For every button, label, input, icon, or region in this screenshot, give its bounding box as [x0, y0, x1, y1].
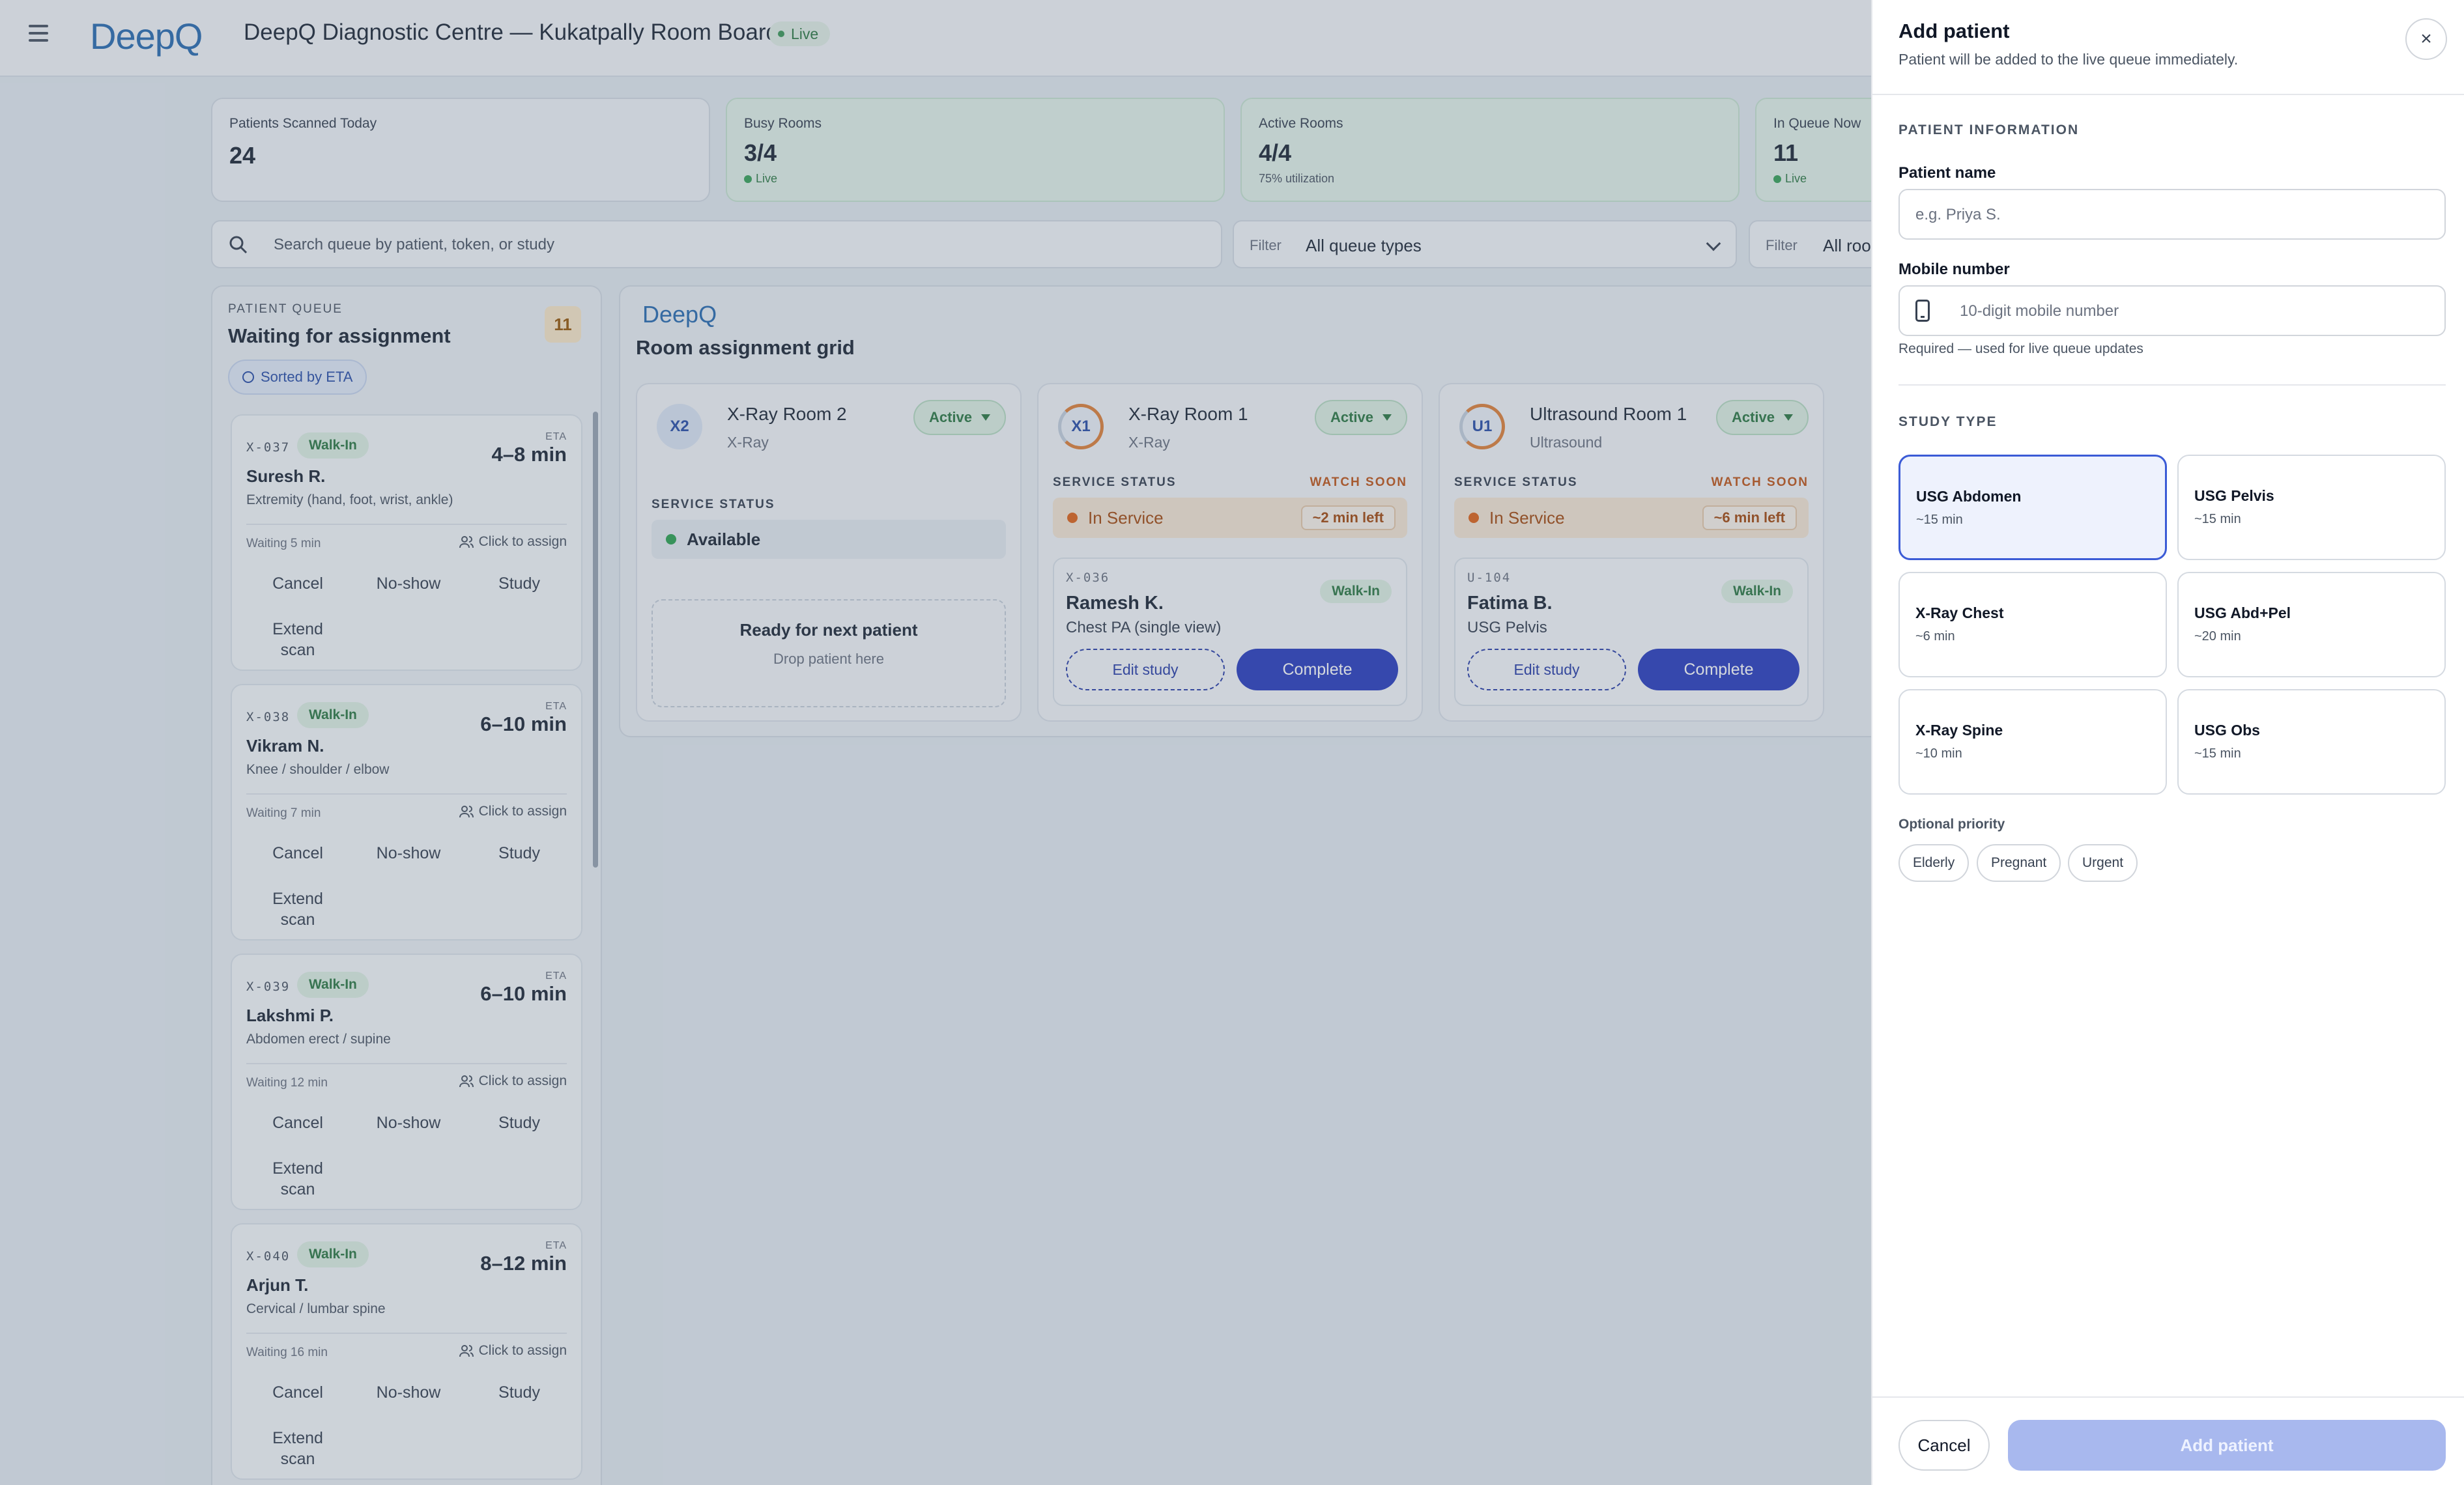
- priority-pregnant-chip[interactable]: Pregnant: [1977, 844, 2061, 882]
- study-option-xray-chest[interactable]: X-Ray Chest ~6 min: [1898, 572, 2167, 677]
- mobile-number-input[interactable]: 10-digit mobile number: [1898, 285, 2446, 336]
- study-option-usg-abdomen[interactable]: USG Abdomen ~15 min: [1898, 455, 2167, 560]
- patient-name-label: Patient name: [1898, 164, 1996, 182]
- study-option-xray-spine[interactable]: X-Ray Spine ~10 min: [1898, 689, 2167, 795]
- cancel-button[interactable]: Cancel: [1898, 1420, 1990, 1471]
- priority-urgent-chip[interactable]: Urgent: [2068, 844, 2138, 882]
- mobile-placeholder: 10-digit mobile number: [1960, 302, 2119, 320]
- divider: [1898, 384, 2446, 386]
- add-patient-button[interactable]: Add patient: [2008, 1420, 2446, 1471]
- study-option-name: USG Pelvis: [2194, 487, 2274, 504]
- mobile-number-label: Mobile number: [1898, 261, 2010, 278]
- drawer-subtitle: Patient will be added to the live queue …: [1898, 51, 2239, 68]
- phone-icon: [1915, 300, 1930, 322]
- study-option-duration: ~15 min: [2194, 746, 2241, 761]
- patient-name-placeholder: e.g. Priya S.: [1915, 206, 2001, 223]
- study-option-duration: ~10 min: [1915, 746, 1962, 761]
- mobile-help-text: Required — used for live queue updates: [1898, 341, 2143, 356]
- drawer-title: Add patient: [1898, 20, 2010, 42]
- study-option-usg-pelvis[interactable]: USG Pelvis ~15 min: [2177, 455, 2446, 560]
- priority-elderly-chip[interactable]: Elderly: [1898, 844, 1970, 882]
- study-option-duration: ~6 min: [1915, 629, 1955, 644]
- section-study-type: STUDY TYPE: [1898, 414, 1998, 429]
- divider: [1872, 94, 2464, 95]
- study-option-name: USG Obs: [2194, 722, 2260, 739]
- close-icon[interactable]: ×: [2405, 18, 2447, 60]
- divider: [1872, 1396, 2464, 1398]
- study-option-duration: ~15 min: [2194, 512, 2241, 526]
- section-patient-information: PATIENT INFORMATION: [1898, 122, 2080, 137]
- study-option-usg-obs[interactable]: USG Obs ~15 min: [2177, 689, 2446, 795]
- study-option-duration: ~15 min: [1916, 513, 1963, 527]
- study-option-duration: ~20 min: [2194, 629, 2241, 644]
- patient-name-input[interactable]: e.g. Priya S.: [1898, 189, 2446, 240]
- add-patient-drawer: Add patient Patient will be added to the…: [1871, 0, 2464, 1485]
- study-option-name: X-Ray Chest: [1915, 604, 2004, 621]
- study-option-usg-abd-pel[interactable]: USG Abd+Pel ~20 min: [2177, 572, 2446, 677]
- priority-label: Optional priority: [1898, 817, 2005, 832]
- room-board-app: DeepQ DeepQ Diagnostic Centre — Kukatpal…: [0, 0, 2464, 1485]
- study-option-name: USG Abd+Pel: [2194, 604, 2291, 621]
- study-option-name: USG Abdomen: [1916, 488, 2022, 505]
- study-option-name: X-Ray Spine: [1915, 722, 2003, 739]
